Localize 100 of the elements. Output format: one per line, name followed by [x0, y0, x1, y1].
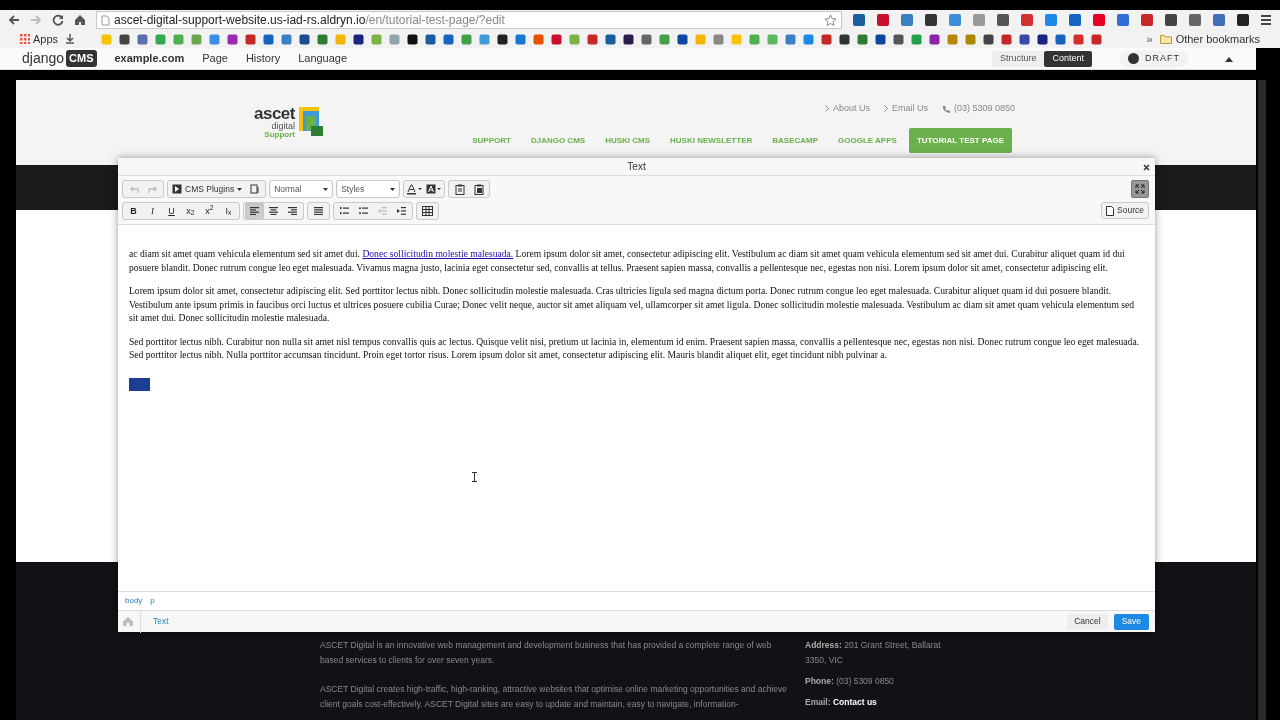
- extension-icon[interactable]: [1236, 13, 1250, 27]
- align-center-icon: [269, 207, 278, 215]
- align-right-icon: [288, 207, 297, 215]
- format-button[interactable]: I$_{x}$: [219, 203, 238, 219]
- back-arrow-icon[interactable]: [8, 14, 20, 26]
- address-bar[interactable]: ascet-digital-support-website.us-iad-rs.aldryn.io/en/tutorial-test-page/?edit: [96, 11, 842, 29]
- element-path-item[interactable]: p: [150, 595, 155, 607]
- folder-icon: [1159, 34, 1172, 44]
- ascet-digital-logo[interactable]: ascet digital Support: [254, 105, 325, 139]
- format-button[interactable]: U: [162, 203, 181, 219]
- extension-icon[interactable]: [924, 13, 938, 27]
- bookmark-icon[interactable]: [353, 33, 365, 45]
- caret-icon: [390, 187, 396, 191]
- dialog-title: Text: [627, 160, 646, 174]
- plugin-icon: [172, 184, 182, 194]
- reload-icon[interactable]: [52, 14, 64, 26]
- image-placeholder: [129, 377, 150, 391]
- outdent-icon: [378, 207, 387, 215]
- contact-detail: Address: 201 Grant Street, Ballarat 3350, VIC: [805, 639, 942, 667]
- bookmark-icon[interactable]: [119, 33, 131, 45]
- format-button[interactable]: B: [124, 203, 143, 219]
- toolbar-menu-item[interactable]: example.com: [114, 50, 185, 67]
- bookmark-icon[interactable]: [407, 33, 419, 45]
- draft-switch[interactable]: DRAFT: [1120, 50, 1188, 67]
- bookmark-icon[interactable]: [1037, 33, 1049, 45]
- footer-paragraph: ASCET Digital is an innovative web management and development business that has provided a complete range of web based services to clients for over seven years.: [320, 639, 773, 667]
- caret-icon: [323, 187, 329, 191]
- other-bookmarks-folder[interactable]: Other bookmarks: [1159, 30, 1260, 48]
- paste-word-icon: [473, 183, 484, 195]
- mode-toggle[interactable]: Content: [1044, 50, 1092, 67]
- indent-icon: [397, 207, 406, 215]
- body-paragraph: Lorem ipsum dolor sit amet, consectetur adipiscing elit. Sed porttitor lectus nibh. Donec sollicitudin molestie malesuada. Cras ultricies ligula sed magna dictum porta. Donec rutrum congue leo eget malesuada. Curabitur aliquet quam id dui posuere blandit. Vestibulum ante ipsum primis in faucibus orci luctus et ultrices posuere cubilia Curae; Donec velit neque, auctor sit amet aliquam vel, ullamcorper sit amet ligula. Donec sollicitudin molestie malesuada. Vestibulum ac diam sit amet quam vehicula elementum sed sit amet dui. Donec sollicitudin molestie malesuada.: [129, 284, 1136, 325]
- bookmark-icon[interactable]: [929, 33, 941, 45]
- download-icon[interactable]: [65, 34, 76, 44]
- bookmark-icon[interactable]: [875, 33, 887, 45]
- breadcrumb-item[interactable]: Text: [153, 615, 169, 628]
- numbered-list-icon: [340, 207, 349, 215]
- element-path-item[interactable]: body: [125, 595, 143, 607]
- body-paragraph: ac diam sit amet quam vehicula elementum sed sit amet dui. Donec sollicitudin molestie malesuada. Lorem ipsum dolor sit amet, consectetur adipiscing elit. Vestibulum ac diam sit amet quam vehicula elementum sed sit amet dui. Curabitur aliquet quam id dui posuere blandit. Donec rutrum congue leo eget malesuada. Vivamus magna justo, lacinia eget consectetur sed, convallis at tellus. Praesent sapien massa, convallis a pellentesque nec, egestas non nisi. Lorem ipsum dolor sit amet, consectetur adipiscing elit.: [129, 247, 1126, 274]
- more-bookmarks[interactable]: »: [1146, 30, 1153, 48]
- close-icon[interactable]: [1143, 164, 1150, 171]
- contact-link[interactable]: Contact us: [832, 697, 877, 707]
- toolbar-menu-item[interactable]: Page: [202, 50, 228, 67]
- bookmark-icon[interactable]: [299, 33, 311, 45]
- extension-icon[interactable]: [852, 13, 866, 27]
- maximize-icon: [1135, 184, 1145, 194]
- bookmark-icon[interactable]: [497, 33, 509, 45]
- format-button[interactable]: x$^{2}$: [200, 203, 219, 219]
- toolbar-menu-item[interactable]: Language: [298, 50, 348, 67]
- bookmark-icon[interactable]: [839, 33, 851, 45]
- bookmark-icon[interactable]: [983, 33, 995, 45]
- align-left-button[interactable]: [245, 203, 264, 219]
- phone-link[interactable]: (03) 5309 0850: [941, 102, 1015, 116]
- maximize-button[interactable]: [1131, 180, 1149, 198]
- bookmark-icon[interactable]: [1019, 33, 1031, 45]
- dropdown[interactable]: Normal: [271, 181, 332, 197]
- toggle-knob[interactable]: [1128, 53, 1139, 64]
- source-button[interactable]: Source: [1101, 202, 1149, 219]
- bookmark-icon[interactable]: [677, 33, 689, 45]
- format-button[interactable]: x$_{2}$: [181, 203, 200, 219]
- dropdown[interactable]: Styles: [338, 181, 399, 197]
- text-color-button[interactable]: [405, 181, 425, 197]
- redo-icon: [147, 184, 158, 194]
- extension-icon[interactable]: [996, 13, 1010, 27]
- align-left-icon: [250, 207, 259, 215]
- contact-detail: Phone: (03) 5309 0850: [805, 675, 895, 688]
- bookmark-icon[interactable]: [623, 33, 635, 45]
- page-icon: [101, 14, 110, 26]
- menu-icon[interactable]: [1260, 14, 1272, 26]
- text-cursor-icon: [472, 472, 477, 482]
- caret-icon: [237, 187, 243, 191]
- extension-icon[interactable]: [1164, 13, 1178, 27]
- text-link[interactable]: Donec sollicitudin molestie malesuada.: [362, 248, 514, 259]
- body-paragraph: Sed porttitor lectus nibh. Curabitur non nulla sit amet nisl tempus convallis quis ac lectus. Quisque velit nisi, pretium ut lacinia in, elementum id enim. Praesent sapien massa, convallis a pellentesque nec, egestas non nisi. Donec rutrum congue leo eget malesuada. Sed porttitor lectus nibh. Nulla porttitor accumsan tincidunt. Proin eget tortor risus. Lorem ipsum dolor sit amet, consectetur adipiscing elit. Mauris blandit aliquet elit, eget tincidunt nibh pulvinar a.: [129, 334, 1141, 362]
- chevron-icon: [824, 105, 829, 113]
- footer-paragraph: ASCET Digital creates high-traffic, high-ranking, attractive websites that optimise online marketing opportunities and achieve client goals cost-effectively. ASCET Digital sites are easy to update and maintain, easy to navigate, information-: [320, 683, 788, 711]
- bookmark-icon[interactable]: [425, 33, 437, 45]
- apps-shortcut[interactable]: Apps: [20, 30, 59, 48]
- phone-icon: [941, 104, 950, 113]
- snippet-icon: [249, 184, 260, 194]
- scrollbar[interactable]: [1258, 80, 1266, 720]
- header-link[interactable]: About Us: [824, 102, 870, 116]
- django-cms-logo[interactable]: django CMS: [22, 48, 97, 69]
- background-color-icon: [426, 183, 442, 195]
- apps-grid-icon: [20, 34, 30, 44]
- cancel-button[interactable]: Cancel: [1067, 613, 1108, 630]
- star-icon[interactable]: [824, 13, 837, 27]
- paste-icon: [454, 183, 465, 195]
- mode-toggle[interactable]: Structure: [991, 50, 1045, 67]
- format-button[interactable]: I: [143, 203, 162, 219]
- toolbar-menu-item[interactable]: History: [245, 50, 281, 67]
- save-button[interactable]: Save: [1113, 613, 1149, 630]
- bookmark-icon[interactable]: [605, 33, 617, 45]
- justify-icon: [314, 207, 323, 215]
- home-icon[interactable]: [74, 14, 86, 26]
- url-text: ascet-digital-support-website.us-iad-rs.aldryn.io/en/tutorial-test-page/?edit: [114, 12, 505, 29]
- bookmark-icon[interactable]: [893, 33, 905, 45]
- dropdown[interactable]: CMS Plugins: [169, 181, 246, 197]
- text-color-icon: [407, 183, 423, 195]
- table-icon: [422, 206, 433, 216]
